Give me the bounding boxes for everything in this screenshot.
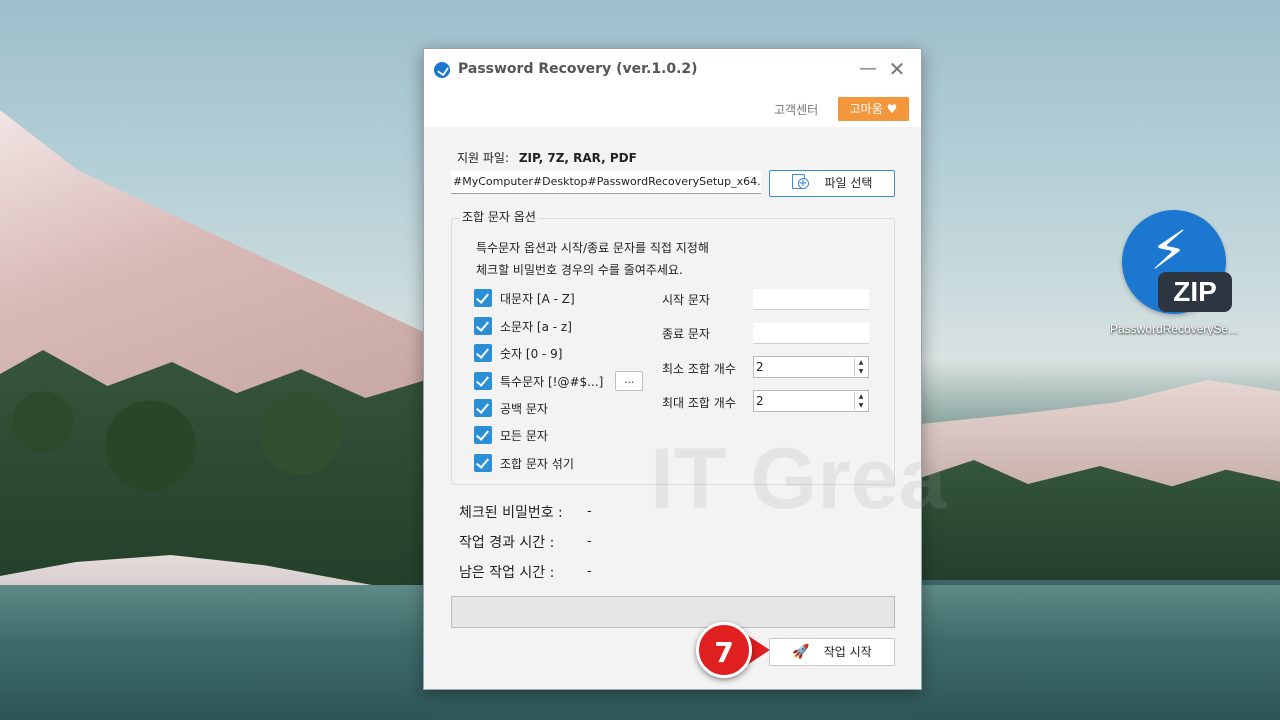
lightning-icon: ⚡ <box>1150 219 1188 282</box>
special-chars-edit-button[interactable]: ... <box>615 371 644 391</box>
zip-app-icon: ⚡ ZIP <box>1122 210 1232 314</box>
checkbox-special-chars[interactable]: 특수문자 [!@#$...] ... <box>474 371 644 391</box>
checkbox-checked-icon[interactable] <box>474 289 492 307</box>
checkbox-space[interactable]: 공백 문자 <box>474 398 548 418</box>
checkbox-lowercase[interactable]: 소문자 [a - z] <box>474 316 572 336</box>
min-combo-stepper[interactable]: 2 ▲ ▼ <box>753 356 869 378</box>
checkbox-label: 공백 문자 <box>500 401 548 416</box>
elapsed-time-label: 작업 경과 시간 : <box>459 535 555 551</box>
minimize-button[interactable]: — <box>856 57 880 81</box>
checkbox-checked-icon[interactable] <box>474 426 492 444</box>
max-combo-value: 2 <box>756 394 764 408</box>
max-combo-label: 최대 조합 개수 <box>662 396 736 410</box>
start-char-input[interactable] <box>753 289 869 310</box>
top-link-bar: 고객센터 고마움 ♥ <box>424 91 921 127</box>
checkbox-shuffle-combo[interactable]: 조합 문자 섞기 <box>474 453 574 473</box>
checkbox-checked-icon[interactable] <box>474 317 492 335</box>
add-file-icon <box>791 174 809 189</box>
spinner-arrows-icon[interactable]: ▲ ▼ <box>854 358 867 376</box>
checkbox-checked-icon[interactable] <box>474 344 492 362</box>
remaining-time-label: 남은 작업 시간 : <box>459 565 555 581</box>
end-char-input[interactable] <box>753 323 869 344</box>
file-path-field[interactable]: #MyComputer#Desktop#PasswordRecoverySetu… <box>451 171 761 194</box>
app-logo-icon <box>434 62 450 78</box>
checkbox-all-chars[interactable]: 모든 문자 <box>474 425 548 445</box>
supported-files: 지원 파일: ZIP, 7Z, RAR, PDF <box>457 149 637 166</box>
start-task-button[interactable]: 🚀 작업 시작 <box>769 638 895 666</box>
elapsed-time-value: - <box>587 534 592 549</box>
step-number-badge: 7 <box>696 622 752 678</box>
file-select-label: 파일 선택 <box>824 176 873 190</box>
checkbox-label: 조합 문자 섞기 <box>500 456 574 471</box>
options-description-line1: 특수문자 옵션과 시작/종료 문자를 직접 지정해 <box>476 241 709 255</box>
checked-pw-label: 체크된 비밀번호 : <box>459 505 563 521</box>
desktop-icon-label: PasswordRecoverySe... <box>1110 322 1238 336</box>
zip-badge: ZIP <box>1158 272 1232 312</box>
checkbox-label: 특수문자 [!@#$...] <box>500 374 604 389</box>
checkbox-label: 대문자 [A - Z] <box>500 291 575 306</box>
combo-options-group: 특수문자 옵션과 시작/종료 문자를 직접 지정해 체크할 비밀번호 경우의 수… <box>451 218 895 485</box>
checkbox-checked-icon[interactable] <box>474 399 492 417</box>
checkbox-label: 소문자 [a - z] <box>500 319 572 334</box>
desktop-icon-password-recovery-setup[interactable]: ⚡ ZIP PasswordRecoverySe... <box>1110 210 1238 336</box>
file-select-button[interactable]: 파일 선택 <box>769 170 895 197</box>
title-bar[interactable]: Password Recovery (ver.1.0.2) — ✕ <box>424 49 921 91</box>
window-title: Password Recovery (ver.1.0.2) <box>458 61 698 77</box>
checkbox-label: 숫자 [0 - 9] <box>500 346 563 361</box>
combo-options-title: 조합 문자 옵션 <box>460 208 538 225</box>
checkbox-digits[interactable]: 숫자 [0 - 9] <box>474 343 563 363</box>
rocket-icon: 🚀 <box>792 644 810 660</box>
min-combo-value: 2 <box>756 360 764 374</box>
max-combo-stepper[interactable]: 2 ▲ ▼ <box>753 390 869 412</box>
remaining-time-value: - <box>587 564 592 579</box>
min-combo-label: 최소 조합 개수 <box>662 362 736 376</box>
checkbox-uppercase[interactable]: 대문자 [A - Z] <box>474 288 575 308</box>
thanks-button[interactable]: 고마움 ♥ <box>838 97 909 121</box>
end-char-label: 종료 문자 <box>662 327 710 341</box>
close-button[interactable]: ✕ <box>885 57 909 81</box>
supported-files-label: 지원 파일: <box>457 151 510 165</box>
supported-formats: ZIP, 7Z, RAR, PDF <box>518 151 637 165</box>
checkbox-label: 모든 문자 <box>500 428 548 443</box>
customer-center-link[interactable]: 고객센터 <box>774 101 818 118</box>
checkbox-checked-icon[interactable] <box>474 372 492 390</box>
wallpaper-forest-right <box>920 460 1280 580</box>
start-char-label: 시작 문자 <box>662 293 710 307</box>
options-description-line2: 체크할 비밀번호 경우의 수를 줄여주세요. <box>476 263 683 277</box>
checked-pw-value: - <box>587 504 592 519</box>
checkbox-checked-icon[interactable] <box>474 454 492 472</box>
spinner-arrows-icon[interactable]: ▲ ▼ <box>854 392 867 410</box>
progress-bar <box>451 596 895 628</box>
start-task-label: 작업 시작 <box>823 645 872 659</box>
password-recovery-window: Password Recovery (ver.1.0.2) — ✕ 고객센터 고… <box>423 48 922 690</box>
